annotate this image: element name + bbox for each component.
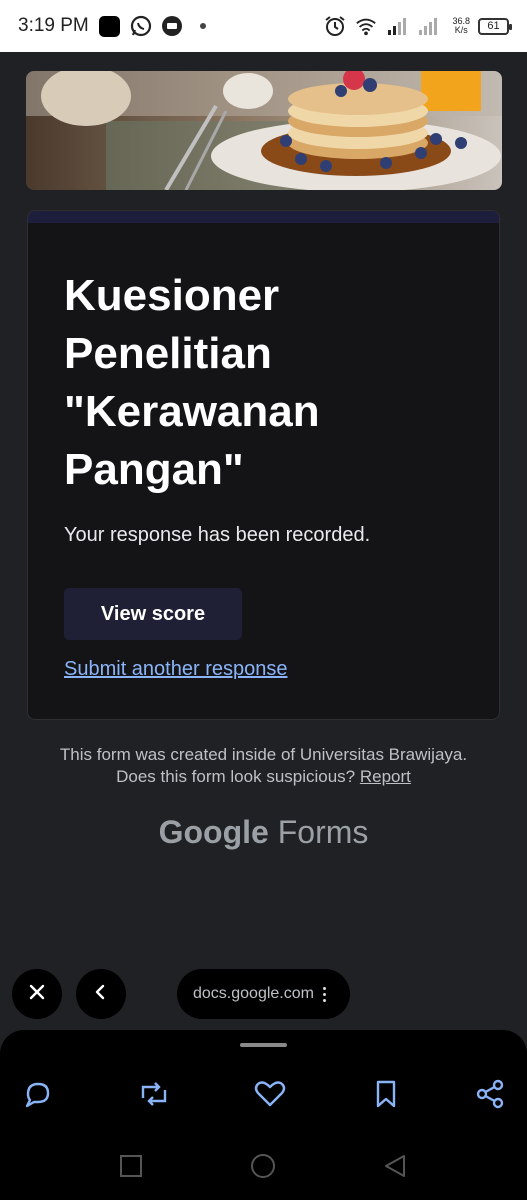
bottom-sheet [0, 1030, 527, 1200]
back-button[interactable] [76, 969, 126, 1019]
google-forms-logo[interactable]: Google Forms [0, 814, 527, 851]
google-logo-text: Google [158, 814, 269, 850]
close-button[interactable] [12, 969, 62, 1019]
card-accent-bar [28, 211, 499, 223]
alarm-icon [324, 15, 346, 37]
retweet-icon[interactable] [136, 1076, 172, 1112]
suspicious-text: Does this form look suspicious? [116, 767, 356, 786]
footer-note: This form was created inside of Universi… [0, 744, 527, 788]
back-triangle-icon[interactable] [380, 1151, 410, 1181]
app-icon [99, 15, 121, 37]
battery-icon: 61 [478, 17, 512, 35]
wifi-icon [355, 15, 377, 37]
comment-icon[interactable] [20, 1076, 56, 1112]
view-score-button[interactable]: View score [64, 588, 242, 640]
drag-handle[interactable] [240, 1043, 287, 1047]
response-recorded-message: Your response has been recorded. [64, 524, 371, 546]
battery-level: 61 [487, 19, 500, 32]
status-bar: 3:19 PM 36.8 K/s 61 [0, 0, 527, 52]
signal-icon-2 [417, 15, 439, 37]
submit-another-response-link[interactable]: Submit another response [64, 658, 287, 681]
net-speed-unit: K/s [454, 25, 468, 35]
confirmation-card: Kuesioner Penelitian "Kerawanan Pangan" … [27, 210, 500, 720]
like-icon[interactable] [252, 1076, 288, 1112]
report-link[interactable]: Report [360, 767, 411, 786]
close-icon [27, 982, 47, 1007]
dot-icon [192, 15, 214, 37]
bookmark-icon[interactable] [368, 1076, 404, 1112]
recents-icon[interactable] [116, 1151, 146, 1181]
created-inside-text: This form was created inside of Universi… [59, 745, 468, 764]
share-icon[interactable] [472, 1076, 508, 1112]
whatsapp-icon [130, 15, 152, 37]
chat-icon [161, 15, 183, 37]
more-vert-icon[interactable] [322, 986, 326, 1002]
form-title: Kuesioner Penelitian "Kerawanan Pangan" [64, 271, 320, 494]
signal-icon [386, 15, 408, 37]
status-time: 3:19 PM [18, 15, 89, 36]
url-text: docs.google.com [193, 985, 314, 1002]
back-icon [91, 982, 111, 1007]
forms-logo-text: Forms [277, 814, 369, 850]
home-icon[interactable] [248, 1151, 278, 1181]
net-speed: 36.8 K/s [452, 17, 470, 35]
header-image [26, 71, 502, 190]
url-pill[interactable]: docs.google.com [177, 969, 350, 1019]
